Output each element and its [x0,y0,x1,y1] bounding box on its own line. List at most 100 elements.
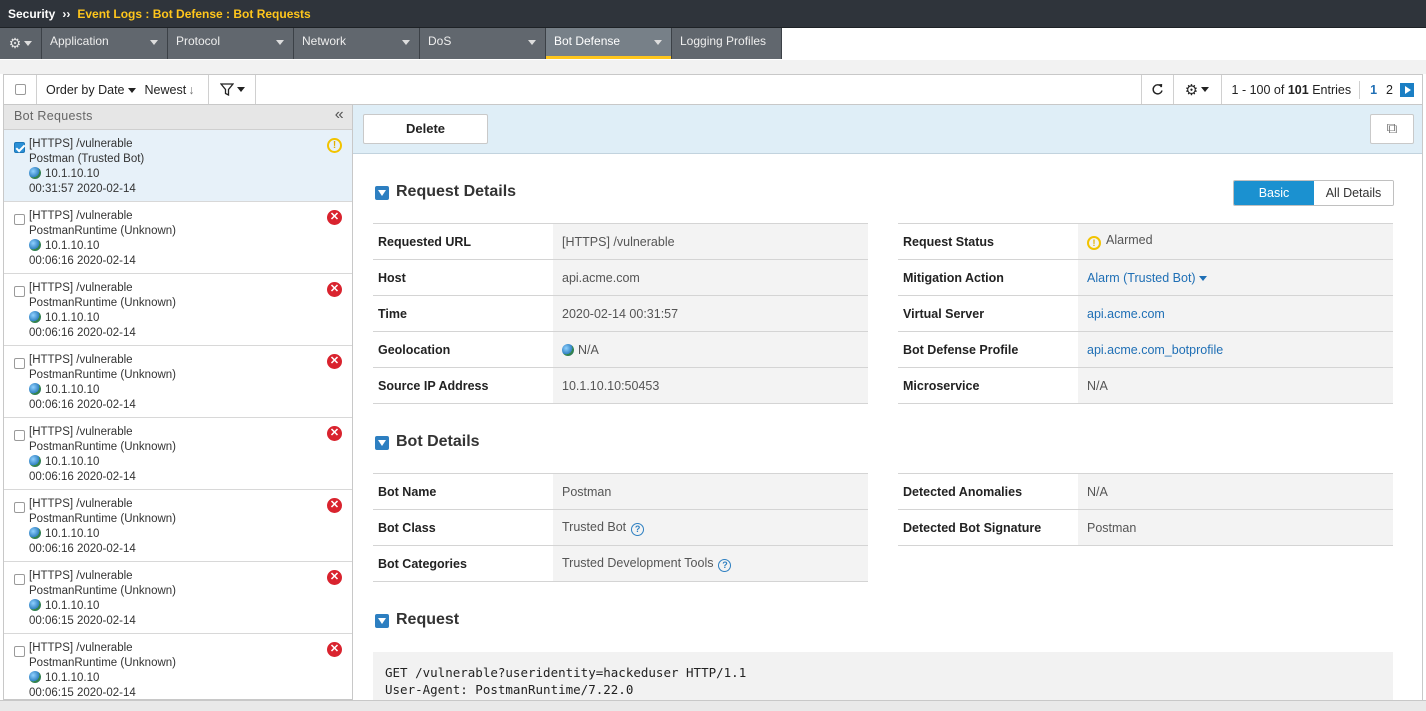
row-checkbox[interactable] [14,430,25,441]
refresh-button[interactable] [1140,75,1174,104]
row-checkbox[interactable] [14,574,25,585]
item-time: 00:06:16 2020-02-14 [29,327,136,339]
row-checkbox[interactable] [14,502,25,513]
tab-protocol[interactable]: Protocol [168,28,294,59]
help-icon[interactable]: ? [631,522,645,536]
blocked-icon: ✕ [327,354,342,369]
virtual-server-link[interactable]: api.acme.com [1087,307,1165,321]
mitigation-action-dropdown[interactable]: Alarm (Trusted Bot) [1078,259,1393,296]
bot-requests-panel: Bot Requests « [HTTPS] /vulnerable Postm… [3,105,353,700]
request-header[interactable]: Request [375,611,459,629]
bot-profile-link[interactable]: api.acme.com_botprofile [1087,343,1223,357]
order-by-dropdown[interactable]: Order by Date [46,83,136,97]
entries-suffix: Entries [1312,82,1352,97]
item-url: [HTTPS] /vulnerable [29,354,133,366]
list-item[interactable]: [HTTPS] /vulnerable PostmanRuntime (Unkn… [4,346,352,418]
blocked-icon: ✕ [327,570,342,585]
field-value-cell: api.acme.com_botprofile [1078,331,1393,368]
field-label: Geolocation [373,331,553,368]
tab-label: Bot Defense [554,34,621,48]
select-all-checkbox[interactable] [4,75,37,104]
page-1-link[interactable]: 1 [1370,83,1377,97]
help-icon[interactable]: ? [718,558,732,572]
table-row: Request Status! Alarmed [898,223,1393,260]
gear-icon: ⚙ [1184,81,1199,99]
arrow-down-icon: ↓ [188,82,195,97]
item-client: PostmanRuntime (Unknown) [29,657,177,669]
breadcrumb-path[interactable]: Event Logs : Bot Defense : Bot Requests [77,7,310,21]
bot-details-header[interactable]: Bot Details [375,433,480,451]
filter-icon [219,83,234,96]
filter-button[interactable] [209,75,256,104]
list-item[interactable]: [HTTPS] /vulnerable Postman (Trusted Bot… [4,130,352,202]
list-item[interactable]: [HTTPS] /vulnerable PostmanRuntime (Unkn… [4,490,352,562]
item-ip: 10.1.10.10 [45,456,100,468]
open-in-new-window-button[interactable]: ⧉ [1370,114,1414,144]
field-label: Mitigation Action [898,259,1078,296]
tab-bot-defense[interactable]: Bot Defense [546,28,672,59]
play-icon [1404,85,1411,94]
basic-view-button[interactable]: Basic [1234,181,1314,205]
field-label: Detected Bot Signature [898,509,1078,546]
table-row: Time 2020-02-14 00:31:57 [373,295,868,332]
blocked-icon: ✕ [327,210,342,225]
blocked-icon: ✕ [327,642,342,657]
item-url: [HTTPS] /vulnerable [29,570,133,582]
field-value-cell: N/A [553,331,868,368]
chevron-down-icon [24,41,33,46]
table-row: Requested URL [HTTPS] /vulnerable [373,223,868,260]
field-value-cell: Trusted Bot? [553,509,868,546]
tab-dos[interactable]: DoS [420,28,546,59]
item-client: PostmanRuntime (Unknown) [29,441,177,453]
row-checkbox[interactable] [14,358,25,369]
bot-details-left-table: Bot Name Postman Bot Class Trusted Bot? Bo… [373,473,868,582]
field-value: Alarm (Trusted Bot) [1087,270,1196,285]
tab-label: Application [50,34,109,48]
sort-direction-button[interactable]: Newest ↓ [145,83,195,97]
tab-network[interactable]: Network [294,28,420,59]
item-client: PostmanRuntime (Unknown) [29,513,177,525]
field-label: Microservice [898,367,1078,404]
item-time: 00:06:16 2020-02-14 [29,543,136,555]
item-url: [HTTPS] /vulnerable [29,138,133,150]
breadcrumb: Security ›› Event Logs : Bot Defense : B… [0,0,1426,28]
pagination: 1 - 100 of 101 Entries 1 2 [1222,75,1422,104]
row-checkbox[interactable] [14,142,25,153]
all-details-view-button[interactable]: All Details [1314,181,1393,205]
tab-application[interactable]: Application [42,28,168,59]
item-ip: 10.1.10.10 [45,240,100,252]
details-panel: Delete ⧉ Request Details Basic All Detai… [353,105,1423,700]
row-checkbox[interactable] [14,646,25,657]
tab-logging-profiles[interactable]: Logging Profiles [672,28,782,59]
next-page-button[interactable] [1400,82,1414,97]
field-label: Virtual Server [898,295,1078,332]
page-2-link[interactable]: 2 [1386,83,1393,97]
entries-total: 101 [1287,82,1309,97]
checkbox [14,84,26,95]
request-line: GET /vulnerable?useridentity=hackeduser … [385,665,747,680]
list-item[interactable]: [HTTPS] /vulnerable PostmanRuntime (Unkn… [4,418,352,490]
row-checkbox[interactable] [14,214,25,225]
breadcrumb-root[interactable]: Security [8,7,55,21]
request-details-header[interactable]: Request Details [375,183,516,201]
tab-label: Logging Profiles [680,34,767,48]
settings-menu-button[interactable]: ⚙ [0,28,42,59]
section-title: Request Details [396,183,517,200]
action-bar: Delete ⧉ [353,105,1422,154]
field-value: Trusted Bot [562,519,627,534]
item-ip: 10.1.10.10 [45,312,100,324]
table-row: Bot Name Postman [373,473,868,510]
field-value: N/A [1078,367,1393,404]
list-item[interactable]: [HTTPS] /vulnerable PostmanRuntime (Unkn… [4,202,352,274]
sort-label: Newest [144,82,187,97]
delete-button[interactable]: Delete [363,114,488,144]
bot-details-right-table: Detected Anomalies N/A Detected Bot Signa… [898,473,1393,546]
list-item[interactable]: [HTTPS] /vulnerable PostmanRuntime (Unkn… [4,562,352,634]
list-item[interactable]: [HTTPS] /vulnerable PostmanRuntime (Unkn… [4,634,352,699]
field-label: Host [373,259,553,296]
table-settings-button[interactable]: ⚙ [1174,75,1222,104]
list-item[interactable]: [HTTPS] /vulnerable PostmanRuntime (Unkn… [4,274,352,346]
field-value: N/A [578,342,599,357]
collapse-icon[interactable]: « [335,106,344,124]
row-checkbox[interactable] [14,286,25,297]
